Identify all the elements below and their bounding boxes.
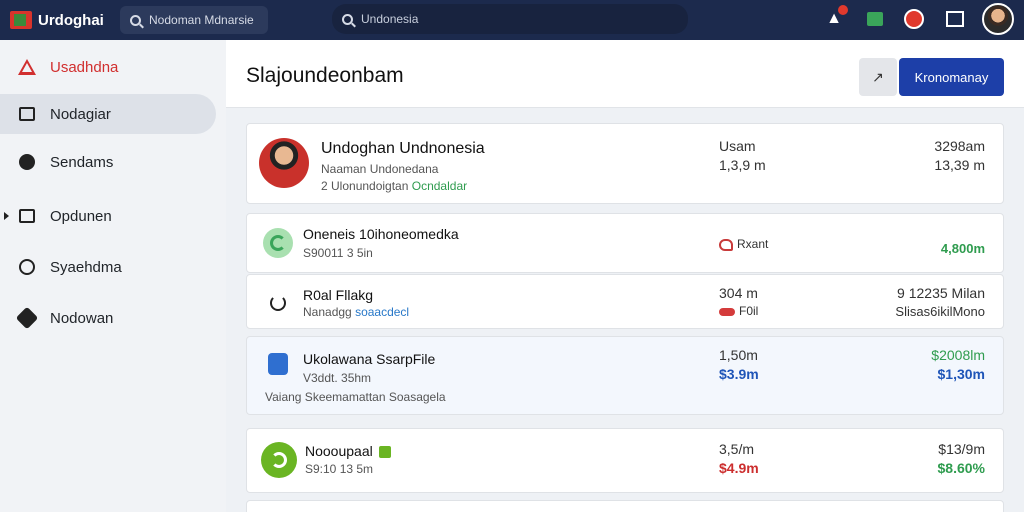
- list-item-mid-bottom: $4.9m: [719, 460, 759, 476]
- gauge-icon: [261, 442, 297, 478]
- apps-icon[interactable]: [943, 7, 967, 31]
- profile-photo: [259, 138, 309, 188]
- list-item-subtitle: Nanadgg soaacdecl: [303, 305, 409, 319]
- list-item[interactable]: [246, 500, 1004, 512]
- list-item-title: R0al Fllakg: [303, 287, 374, 303]
- list-item-mid-text: Rxant: [737, 237, 769, 251]
- list-item-mid-bottom: $3.9m: [719, 366, 759, 382]
- list-item-mid-top: 1,50m: [719, 347, 758, 363]
- list-item-value-top: $13/9m: [938, 441, 985, 457]
- sidebar-item-messages[interactable]: Sendams: [0, 142, 216, 182]
- profile-total-value: 13,39 m: [934, 157, 985, 173]
- share-button[interactable]: ↗: [859, 58, 897, 96]
- gift-icon[interactable]: [863, 7, 887, 31]
- page-header: Slajoundeonbam ↗ Kronomanay: [226, 40, 1024, 108]
- notification-dot: [838, 5, 848, 15]
- expand-caret-icon[interactable]: [4, 212, 9, 220]
- profile-stat-value: 1,3,9 m: [719, 157, 766, 173]
- list-item-title: Noooupaal: [305, 443, 391, 459]
- main-content: Slajoundeonbam ↗ Kronomanay Undoghan Und…: [226, 40, 1024, 512]
- list-item[interactable]: Oneneis 10ihoneomedka S90011 3 5in Rxant…: [246, 213, 1004, 273]
- list-item-title: Oneneis 10ihoneomedka: [303, 226, 459, 242]
- sidebar-item-label: Nodagiar: [50, 105, 111, 123]
- list-item-title-text: Noooupaal: [305, 443, 373, 459]
- list-item-title: Ukolawana SsarpFile: [303, 351, 436, 367]
- secondary-search-text: Nodoman Mdnarsie: [149, 13, 254, 27]
- list-item-mid-top: 304 m: [719, 285, 758, 301]
- gear-icon: [15, 306, 39, 330]
- profile-meta: 2 Ulonundoigtan Ocndaldar: [321, 179, 467, 193]
- warning-icon: [18, 59, 36, 75]
- flag-icon: [10, 11, 32, 29]
- list-item-tag[interactable]: soaacdecl: [355, 305, 409, 319]
- search-icon: [342, 13, 353, 25]
- list-item-value: 4,800m: [940, 241, 985, 256]
- list-item-subtitle: V3ddt. 35hm: [303, 371, 372, 385]
- sidebar-item-alerts[interactable]: Usadhdna: [0, 47, 216, 87]
- sidebar-item-label: Nodowan: [50, 309, 114, 327]
- list-item-value-top: $2008lm: [931, 347, 985, 363]
- profile-stat-label: Usam: [719, 138, 756, 154]
- list-item-value-top: 9 12235 Milan: [897, 285, 985, 301]
- search-input[interactable]: Undonesia: [332, 4, 688, 34]
- list-item-selected[interactable]: Ukolawana SsarpFile V3ddt. 35hm Vaiang S…: [246, 336, 1004, 415]
- brand-name: Urdoghai: [38, 11, 104, 29]
- list-item-value-bottom: $1,30m: [937, 366, 985, 382]
- profile-card[interactable]: Undoghan Undnonesia Naaman Undonedana 2 …: [246, 123, 1004, 204]
- secondary-search-input[interactable]: Nodoman Mdnarsie: [120, 6, 268, 34]
- notifications-icon[interactable]: ▲: [822, 5, 848, 31]
- app-logo[interactable]: Urdoghai: [10, 8, 104, 32]
- document-icon: [263, 349, 293, 379]
- chat-icon: [18, 154, 36, 170]
- refresh-icon: [263, 228, 293, 258]
- list-item-mid-top: 3,5/m: [719, 441, 755, 457]
- sidebar-item-label: Usadhdna: [50, 58, 119, 76]
- list-item-mid: Rxant: [719, 237, 768, 251]
- lips-icon: [719, 307, 735, 316]
- sidebar: Usadhdna Nodagiar Sendams Opdunen Syaehd…: [0, 40, 226, 512]
- inbox-icon: [18, 106, 36, 122]
- badge-icon: [378, 446, 391, 459]
- profile-total-label: 3298am: [934, 138, 985, 154]
- profile-tag[interactable]: Ocndaldar: [412, 179, 467, 193]
- sidebar-item-label: Sendams: [50, 153, 114, 171]
- list-item-mid-bottom-text: F0il: [739, 304, 759, 318]
- list-item-value-bottom: $8.60%: [937, 460, 985, 476]
- sidebar-item-settings[interactable]: Nodowan: [0, 298, 216, 338]
- profile-name: Undoghan Undnonesia: [321, 140, 485, 157]
- list-item-subtitle: S90011 3 5in: [303, 246, 373, 260]
- sidebar-item-label: Opdunen: [50, 207, 112, 225]
- list-item-subtitle: S9:10 13 5m: [305, 462, 374, 476]
- profile-subtitle: Naaman Undonedana: [321, 162, 439, 176]
- profile-meta-text: 2 Ulonundoigtan: [321, 179, 409, 193]
- sidebar-item-folders[interactable]: Opdunen: [0, 196, 216, 236]
- share-icon: ↗: [872, 68, 884, 85]
- sidebar-item-label: Syaehdma: [50, 258, 122, 276]
- list-item-subtitle-text: Nanadgg: [303, 305, 352, 319]
- list-item[interactable]: Noooupaal S9:10 13 5m 3,5/m $4.9m $13/9m…: [246, 428, 1004, 493]
- heart-icon: [719, 238, 733, 251]
- loading-icon: [263, 288, 293, 318]
- list-item-value-bottom: Slisas6ikilMono: [895, 304, 985, 319]
- user-avatar[interactable]: [982, 3, 1014, 35]
- list-item[interactable]: R0al Fllakg Nanadgg soaacdecl 304 m F0il…: [246, 274, 1004, 329]
- folder-icon: [18, 208, 36, 224]
- page-title: Slajoundeonbam: [246, 64, 404, 87]
- sidebar-item-status[interactable]: Syaehdma: [0, 247, 216, 287]
- top-bar: Urdoghai Nodoman Mdnarsie Undonesia ▲: [0, 0, 1024, 40]
- primary-action-button[interactable]: Kronomanay: [899, 58, 1004, 96]
- list-item-mid-bottom: F0il: [719, 304, 758, 318]
- sidebar-item-inbox[interactable]: Nodagiar: [0, 94, 216, 134]
- badge-icon: [18, 259, 36, 275]
- power-icon[interactable]: [902, 7, 926, 31]
- search-icon: [130, 14, 141, 26]
- search-text: Undonesia: [361, 12, 419, 26]
- list-item-note: Vaiang Skeemamattan Soasagela: [265, 390, 446, 404]
